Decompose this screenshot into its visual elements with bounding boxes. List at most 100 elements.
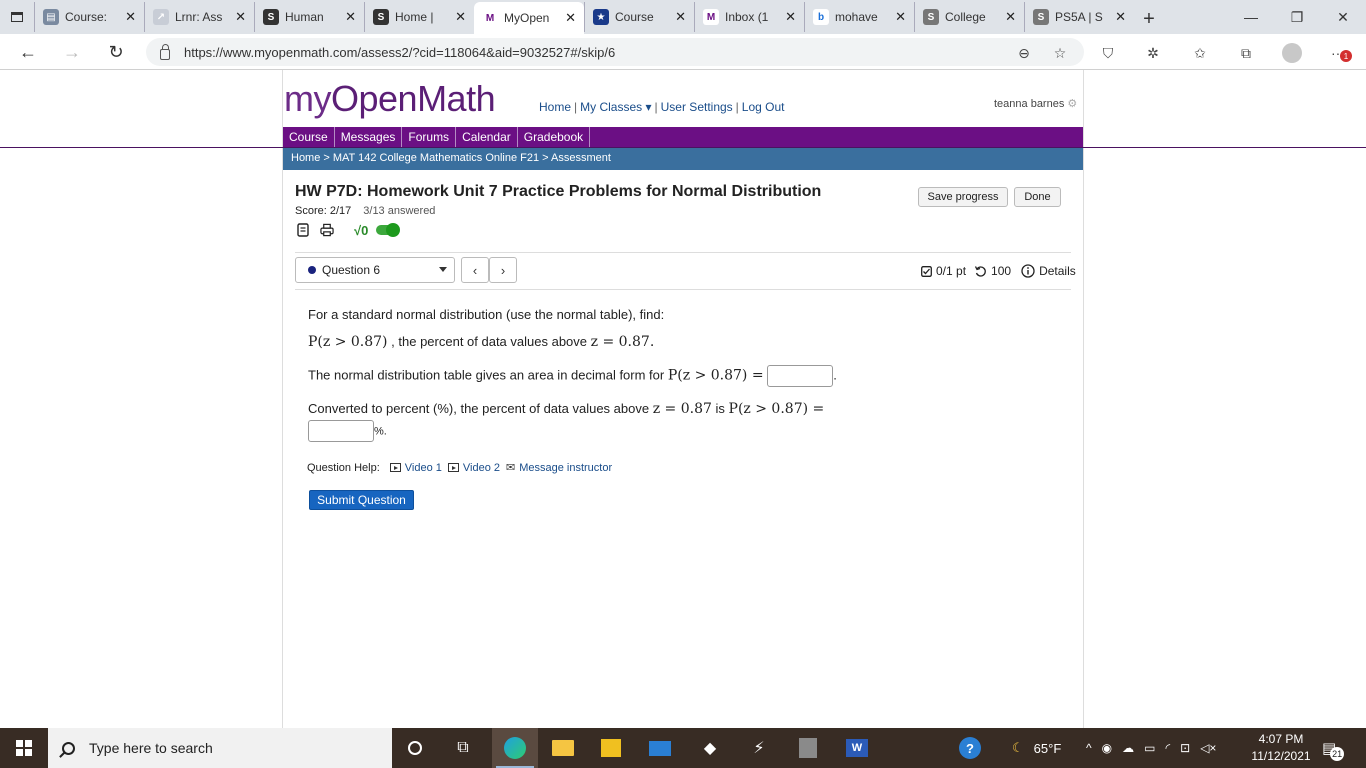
tab-actions-button[interactable] [0,0,34,34]
volume-icon[interactable]: ◁× [1200,741,1216,755]
minimize-button[interactable]: — [1228,0,1274,34]
question-line-1: For a standard normal distribution (use … [308,307,665,322]
course-menu-item-course[interactable]: Course [283,127,335,147]
tab-close-icon[interactable]: ✕ [1115,9,1126,25]
previous-question-button[interactable]: ‹ [461,257,489,283]
help-icon[interactable]: ? [947,728,993,768]
windows-icon [16,740,32,756]
tab-close-icon[interactable]: ✕ [455,9,466,25]
video-1-label: Video 1 [404,461,442,474]
clock-date: 11/12/2021 [1251,749,1311,763]
nav-my-classes-link[interactable]: My Classes ▾ [580,100,651,114]
info-icon[interactable] [1021,264,1035,278]
tab-close-icon[interactable]: ✕ [565,10,576,26]
tab-close-icon[interactable]: ✕ [895,9,906,25]
file-explorer-icon[interactable] [540,728,586,768]
taskbar-search[interactable]: Type here to search [48,728,392,768]
answer-field-decimal[interactable] [767,365,834,387]
word-icon[interactable]: W [834,728,880,768]
tab-close-icon[interactable]: ✕ [345,9,356,25]
refresh-button[interactable]: ↻ [104,40,128,64]
score-text: Score: 2/17 [295,205,352,217]
breadcrumb[interactable]: Home > MAT 142 College Mathematics Onlin… [283,148,1083,170]
site-logo[interactable]: myOpenMath [284,78,496,120]
browser-tab[interactable]: ▤ Course: ✕ [34,2,144,32]
display-icon[interactable]: ⊡ [1180,741,1190,755]
message-instructor-link[interactable]: ✉ Message instructor [506,461,612,475]
battery-icon[interactable]: ▭ [1144,741,1155,755]
notifications-button[interactable]: ▤ 21 [1322,728,1350,768]
answer-field-percent[interactable] [308,420,374,442]
collections-icon[interactable]: ⧉ [1236,43,1256,63]
tab-close-icon[interactable]: ✕ [1005,9,1016,25]
meet-icon[interactable]: ◉ [1102,741,1112,755]
favorite-add-icon[interactable]: ☆ [1050,43,1070,63]
submit-question-button[interactable]: Submit Question [309,490,414,510]
save-progress-button[interactable]: Save progress [918,187,1008,207]
wifi-icon[interactable]: ◜ [1165,741,1170,755]
clock[interactable]: 4:07 PM 11/12/2021 [1246,731,1316,765]
browser-tab[interactable]: ★ Course ✕ [584,2,694,32]
math-expression: z = 0.87 [652,401,712,417]
math-expression: P(z > 0.87) [308,334,388,350]
course-menu-item-messages[interactable]: Messages [335,127,403,147]
course-menu-item-gradebook[interactable]: Gradebook [518,127,591,147]
math-entry-toggle[interactable] [376,223,401,237]
course-menu-item-calendar[interactable]: Calendar [456,127,518,147]
browser-tab[interactable]: S Human ✕ [254,2,364,32]
logo-my: my [284,78,332,119]
chevron-down-icon [439,267,447,272]
gear-icon[interactable]: ⚙ [1067,98,1077,110]
browser-tab[interactable]: b mohave ✕ [804,2,914,32]
cortana-icon[interactable] [392,728,438,768]
browser-tab[interactable]: ↗ Lrnr: Ass ✕ [144,2,254,32]
weather[interactable]: ☾ 65°F [1012,728,1061,768]
print-icon[interactable] [320,222,334,238]
calculator-icon[interactable] [785,728,831,768]
next-question-button[interactable]: › [489,257,517,283]
nav-home-link[interactable]: Home [539,100,571,114]
video-2-link[interactable]: Video 2 [447,462,500,474]
start-button[interactable] [0,728,48,768]
video-1-link[interactable]: Video 1 [389,461,442,474]
close-window-button[interactable]: ✕ [1320,0,1366,34]
mail-app-icon[interactable] [637,728,683,768]
restore-button[interactable]: ❐ [1274,0,1320,34]
tab-close-icon[interactable]: ✕ [235,9,246,25]
task-view-icon[interactable]: ⧉ [440,728,486,768]
details-link[interactable]: Details [1039,264,1076,278]
nav-logout-link[interactable]: Log Out [742,100,785,114]
divider-top [295,252,1071,253]
forward-button[interactable]: → [60,40,84,64]
dropbox-icon[interactable]: ◆ [687,728,733,768]
tab-favicon-icon: S [373,9,389,25]
cloud-icon[interactable]: ☁ [1122,741,1134,755]
extensions-icon[interactable]: ✲ [1143,43,1163,63]
chevron-up-icon[interactable]: ^ [1086,741,1092,755]
browser-tab[interactable]: S Home | ✕ [364,2,474,32]
profile-avatar-icon[interactable] [1282,43,1302,63]
done-button[interactable]: Done [1014,187,1061,207]
new-tab-button[interactable]: + [1134,4,1164,34]
edge-icon[interactable] [492,728,538,768]
zoom-icon[interactable]: ⊖ [1014,43,1034,63]
top-nav: Home | My Classes ▾ | User Settings | Log Out [539,100,785,114]
favorites-icon[interactable]: ✩ [1190,43,1210,63]
url-field[interactable]: https://www.myopenmath.com/assess2/?cid=… [146,38,1084,66]
browser-tab[interactable]: S PS5A | S ✕ [1024,2,1134,32]
nav-user-settings-link[interactable]: User Settings [661,100,733,114]
question-select[interactable]: Question 6 [295,257,455,283]
back-button[interactable]: ← [16,40,40,64]
document-icon[interactable] [296,222,310,238]
video-icon [389,463,401,472]
browser-tab[interactable]: S College ✕ [914,2,1024,32]
app-icon[interactable]: ⚡ [736,728,782,768]
browser-tab[interactable]: M MyOpen ✕ [474,2,584,34]
store-icon[interactable] [588,728,634,768]
shield-icon[interactable]: ⛉ [1098,43,1118,63]
tab-close-icon[interactable]: ✕ [675,9,686,25]
tab-close-icon[interactable]: ✕ [125,9,136,25]
browser-tab[interactable]: M Inbox (1 ✕ [694,2,804,32]
tab-close-icon[interactable]: ✕ [785,9,796,25]
course-menu-item-forums[interactable]: Forums [402,127,457,147]
